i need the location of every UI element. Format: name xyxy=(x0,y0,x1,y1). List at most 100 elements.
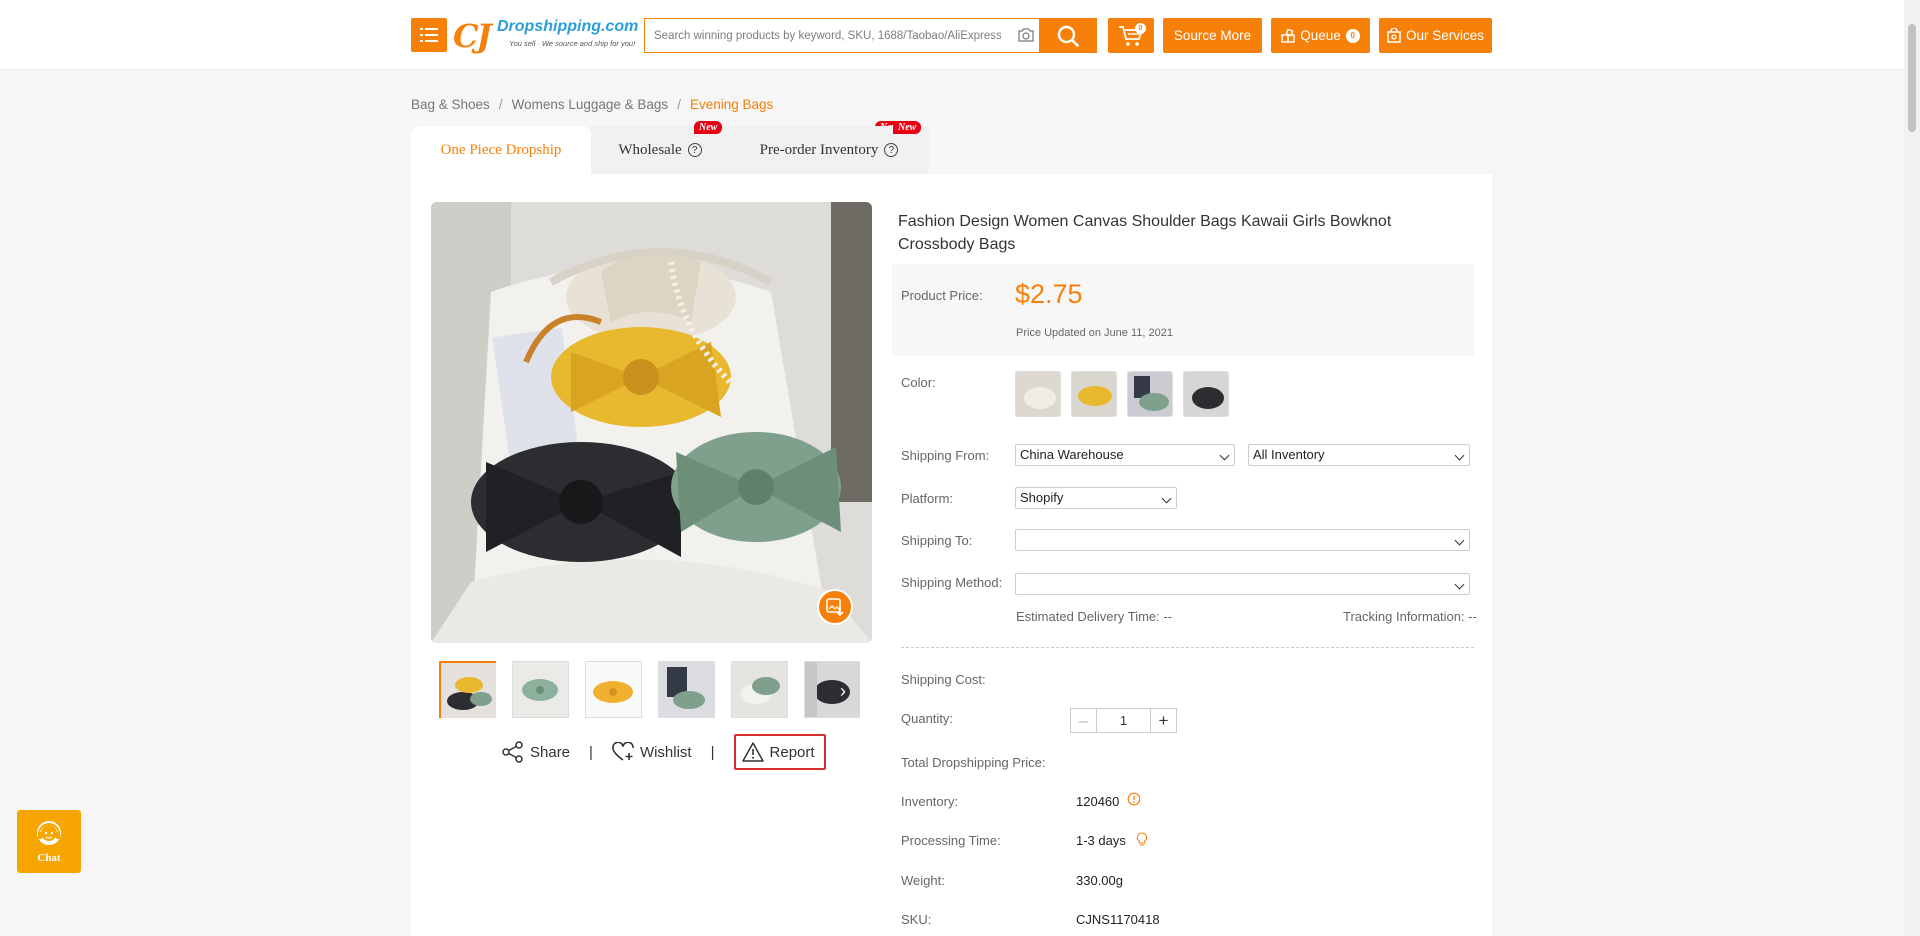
report-label: Report xyxy=(769,743,815,761)
source-more-button[interactable]: Source More xyxy=(1163,18,1262,53)
sku-label: SKU: xyxy=(901,912,932,927)
inventory-filter-value: All Inventory xyxy=(1253,447,1325,462)
thumbnail[interactable] xyxy=(731,661,788,718)
image-download-button[interactable] xyxy=(817,589,853,625)
sku-value: CJNS1170418 xyxy=(1076,912,1160,927)
shipping-to-label: Shipping To: xyxy=(901,533,973,548)
product-price: $2.75 xyxy=(1015,279,1083,309)
weight-value: 330.00g xyxy=(1076,873,1123,888)
queue-button[interactable]: Queue 0 xyxy=(1271,18,1370,53)
color-swatch-yellow[interactable] xyxy=(1071,371,1117,417)
color-swatch-green[interactable] xyxy=(1127,371,1173,417)
quantity-label: Quantity: xyxy=(901,711,954,726)
quantity-input[interactable]: 1 xyxy=(1097,709,1150,732)
wishlist-label: Wishlist xyxy=(639,743,692,761)
total-price-label: Total Dropshipping Price: xyxy=(901,755,1046,770)
tab-one-piece-dropship[interactable]: One Piece Dropship xyxy=(411,126,591,174)
share-button[interactable]: Share xyxy=(502,741,570,763)
lightbulb-icon[interactable] xyxy=(1136,832,1148,847)
thumbnail[interactable] xyxy=(585,661,642,718)
shipping-from-value: China Warehouse xyxy=(1020,447,1124,462)
thumbnail-next-arrow[interactable]: › xyxy=(840,681,846,702)
share-label: Share xyxy=(530,743,571,761)
chat-label: Chat xyxy=(37,851,61,864)
inventory-label: Inventory: xyxy=(901,794,959,809)
search-bar xyxy=(644,18,1040,53)
product-main-image[interactable] xyxy=(431,202,872,643)
scrollbar-thumb[interactable] xyxy=(1908,24,1916,132)
breadcrumb: Bag & Shoes / Womens Luggage & Bags / Evenin… xyxy=(411,97,773,112)
help-icon[interactable]: ? xyxy=(687,143,702,157)
inventory-filter-select[interactable]: All Inventory xyxy=(1248,444,1470,466)
chevron-down-icon xyxy=(1161,493,1172,504)
search-input[interactable] xyxy=(645,29,1001,42)
thumbnail[interactable] xyxy=(658,661,715,718)
logo-brand: Dropshipping.com xyxy=(497,18,639,35)
color-swatch-black[interactable] xyxy=(1183,371,1229,417)
shipping-from-select[interactable]: China Warehouse xyxy=(1015,444,1235,466)
quantity-increase-button[interactable]: + xyxy=(1150,709,1176,732)
tab-label: Pre-order Inventory xyxy=(759,141,879,158)
queue-count-badge: 0 xyxy=(1345,28,1360,43)
price-label: Product Price: xyxy=(901,288,983,303)
new-badge: New xyxy=(893,121,922,134)
thumbnail-strip xyxy=(438,661,860,718)
shopping-bag-icon xyxy=(1387,28,1401,43)
processing-time-label: Processing Time: xyxy=(901,833,1001,848)
page-scrollbar[interactable] xyxy=(1904,0,1920,936)
wishlist-button[interactable]: Wishlist xyxy=(612,742,692,762)
product-photo xyxy=(431,202,872,643)
cart-button[interactable]: 0 xyxy=(1108,18,1154,53)
site-header: CJ Dropshipping.com You sell · We source… xyxy=(0,0,1904,70)
help-icon[interactable]: ? xyxy=(884,143,899,157)
action-separator: | xyxy=(589,743,593,761)
thumbnail[interactable] xyxy=(439,661,496,718)
weight-label: Weight: xyxy=(901,873,945,888)
search-icon xyxy=(1057,25,1079,47)
chevron-down-icon xyxy=(1454,579,1465,590)
thumbnail[interactable] xyxy=(804,661,860,718)
breadcrumb-current[interactable]: Evening Bags xyxy=(690,97,773,112)
platform-value: Shopify xyxy=(1020,490,1064,505)
queue-icon xyxy=(1281,28,1295,43)
shipping-method-select[interactable] xyxy=(1015,573,1470,595)
chevron-down-icon xyxy=(1219,450,1230,461)
quantity-stepper: – 1 + xyxy=(1070,708,1177,733)
platform-label: Platform: xyxy=(901,491,954,506)
section-divider xyxy=(901,647,1474,648)
queue-label: Queue xyxy=(1300,28,1341,43)
category-menu-button[interactable] xyxy=(411,18,447,52)
info-alert-icon[interactable] xyxy=(1127,792,1141,806)
camera-search-icon[interactable] xyxy=(1018,28,1034,42)
estimated-delivery: Estimated Delivery Time: -- xyxy=(1016,609,1173,624)
report-button[interactable]: Report xyxy=(733,734,826,770)
cj-logo[interactable]: CJ Dropshipping.com You sell · We source… xyxy=(453,17,638,55)
tab-label: Wholesale xyxy=(618,141,682,158)
inventory-value: 120460 xyxy=(1076,794,1120,809)
product-actions: Share | Wishlist | Report xyxy=(502,734,826,770)
breadcrumb-item[interactable]: Womens Luggage & Bags xyxy=(512,97,669,112)
processing-time-value: 1-3 days xyxy=(1076,833,1126,848)
search-button[interactable] xyxy=(1039,18,1097,53)
new-badge: New xyxy=(694,121,723,134)
headset-icon xyxy=(37,820,61,845)
our-services-button[interactable]: Our Services xyxy=(1379,18,1492,53)
share-icon xyxy=(502,741,523,763)
tab-label: One Piece Dropship xyxy=(440,141,562,158)
cart-count-badge: 0 xyxy=(1135,23,1146,34)
warning-icon xyxy=(741,742,764,762)
purchase-mode-tabs: One Piece Dropship Wholesale ? New Pre-o… xyxy=(411,121,931,174)
logo-cj-mark: CJ xyxy=(453,17,492,55)
color-swatch-white[interactable] xyxy=(1015,371,1061,417)
breadcrumb-separator: / xyxy=(677,97,681,112)
breadcrumb-item[interactable]: Bag & Shoes xyxy=(411,97,490,112)
thumbnail[interactable] xyxy=(512,661,569,718)
chat-widget-button[interactable]: Chat xyxy=(17,810,81,873)
shipping-to-select[interactable] xyxy=(1015,529,1470,551)
price-box xyxy=(892,264,1474,356)
quantity-decrease-button[interactable]: – xyxy=(1071,709,1097,732)
heart-plus-icon xyxy=(612,742,634,761)
tracking-information: Tracking Information: -- xyxy=(1343,609,1477,624)
platform-select[interactable]: Shopify xyxy=(1015,487,1177,509)
list-menu-icon xyxy=(420,28,438,42)
